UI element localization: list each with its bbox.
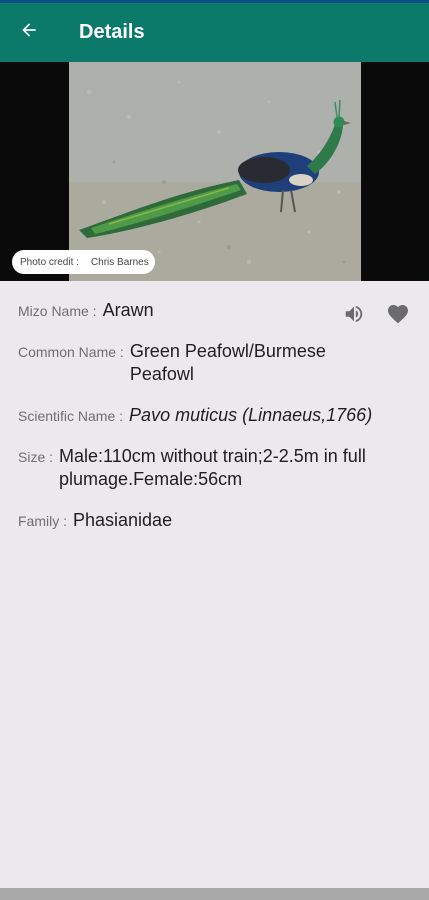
play-sound-button[interactable] bbox=[339, 301, 369, 331]
common-name-row: Common Name : Green Peafowl/Burmese Peaf… bbox=[18, 340, 366, 386]
photo-credit-label: Photo credit : bbox=[20, 256, 79, 268]
photo-credit-name: Chris Barnes bbox=[90, 256, 149, 268]
detail-actions bbox=[339, 301, 413, 331]
family-row: Family : Phasianidae bbox=[18, 509, 172, 532]
size-label: Size : bbox=[18, 449, 54, 465]
family-value: Phasianidae bbox=[73, 510, 173, 530]
photo-credit-badge: Photo credit : Chris Barnes bbox=[12, 250, 155, 274]
bottom-edge bbox=[0, 888, 429, 900]
bird-photo-section: Photo credit : Chris Barnes bbox=[0, 62, 429, 281]
size-value: Male:110cm without train;2-2.5m in full … bbox=[59, 446, 366, 489]
size-row: Size : Male:110cm without train;2-2.5m i… bbox=[18, 445, 405, 491]
mizo-name-value: Arawn bbox=[102, 300, 154, 320]
back-button[interactable] bbox=[0, 3, 58, 62]
favorite-button[interactable] bbox=[383, 301, 413, 331]
bird-photo bbox=[69, 62, 361, 281]
app-bar: Details bbox=[0, 3, 429, 62]
common-name-label: Common Name : bbox=[18, 344, 124, 360]
volume-icon bbox=[343, 303, 365, 330]
common-name-value: Green Peafowl/Burmese Peafowl bbox=[129, 341, 326, 384]
arrow-left-icon bbox=[19, 20, 39, 45]
page-title: Details bbox=[79, 21, 145, 43]
scientific-name-label: Scientific Name : bbox=[18, 408, 124, 424]
scientific-name-row: Scientific Name : Pavo muticus (Linnaeus… bbox=[18, 404, 372, 427]
mizo-name-label: Mizo Name : bbox=[18, 303, 97, 319]
mizo-name-row: Mizo Name : Arawn bbox=[18, 299, 154, 322]
family-label: Family : bbox=[18, 513, 67, 529]
scientific-name-value: Pavo muticus (Linnaeus,1766) bbox=[129, 405, 373, 425]
heart-icon bbox=[386, 302, 410, 331]
